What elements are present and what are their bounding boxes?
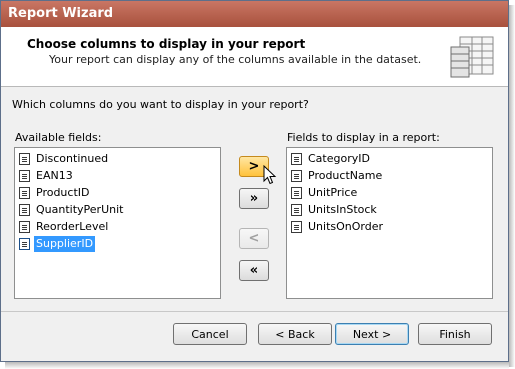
remove-all-fields-button[interactable]: « bbox=[239, 260, 269, 281]
window-title: Report Wizard bbox=[8, 6, 114, 21]
field-icon bbox=[291, 187, 302, 199]
list-item[interactable]: CategoryID bbox=[291, 151, 372, 167]
list-item[interactable]: ProductID bbox=[19, 185, 91, 201]
list-item[interactable]: EAN13 bbox=[19, 168, 75, 184]
field-icon bbox=[19, 153, 30, 165]
back-button[interactable]: < Back bbox=[258, 323, 332, 345]
field-icon bbox=[291, 221, 302, 233]
field-icon bbox=[19, 238, 30, 250]
list-item[interactable]: UnitsOnOrder bbox=[291, 219, 385, 235]
window-shadow-right bbox=[509, 5, 515, 367]
available-fields-list[interactable]: Discontinued EAN13 ProductID QuantityPer… bbox=[14, 147, 221, 299]
display-fields-label: Fields to display in a report: bbox=[287, 131, 440, 144]
remove-field-button[interactable]: < bbox=[239, 228, 269, 249]
cancel-button[interactable]: Cancel bbox=[173, 323, 247, 345]
finish-button[interactable]: Finish bbox=[418, 323, 492, 345]
add-all-fields-button[interactable]: » bbox=[239, 188, 269, 209]
table-columns-icon bbox=[450, 36, 494, 78]
list-item[interactable]: UnitsInStock bbox=[291, 202, 379, 218]
field-icon bbox=[291, 153, 302, 165]
list-item-selected[interactable]: SupplierID bbox=[19, 236, 96, 252]
mouse-cursor-icon bbox=[263, 165, 277, 185]
list-item[interactable]: ProductName bbox=[291, 168, 384, 184]
wizard-header: Choose columns to display in your report… bbox=[1, 27, 508, 87]
list-item[interactable]: Discontinued bbox=[19, 151, 110, 167]
available-fields-label: Available fields: bbox=[15, 131, 102, 144]
field-icon bbox=[19, 187, 30, 199]
next-button[interactable]: Next > bbox=[335, 323, 409, 345]
list-item[interactable]: ReorderLevel bbox=[19, 219, 110, 235]
window-shadow-bottom bbox=[5, 362, 509, 369]
footer-divider bbox=[1, 311, 508, 312]
field-icon bbox=[19, 170, 30, 182]
field-icon bbox=[291, 204, 302, 216]
report-wizard-window: Report Wizard Choose columns to display … bbox=[0, 0, 509, 362]
field-icon bbox=[19, 221, 30, 233]
header-title: Choose columns to display in your report bbox=[27, 37, 306, 51]
title-bar[interactable]: Report Wizard bbox=[1, 1, 508, 27]
display-fields-list[interactable]: CategoryID ProductName UnitPrice UnitsIn… bbox=[286, 147, 493, 299]
list-item[interactable]: QuantityPerUnit bbox=[19, 202, 125, 218]
field-icon bbox=[291, 170, 302, 182]
header-subtitle: Your report can display any of the colum… bbox=[49, 53, 422, 66]
list-item[interactable]: UnitPrice bbox=[291, 185, 359, 201]
columns-question: Which columns do you want to display in … bbox=[12, 98, 309, 111]
field-icon bbox=[19, 204, 30, 216]
